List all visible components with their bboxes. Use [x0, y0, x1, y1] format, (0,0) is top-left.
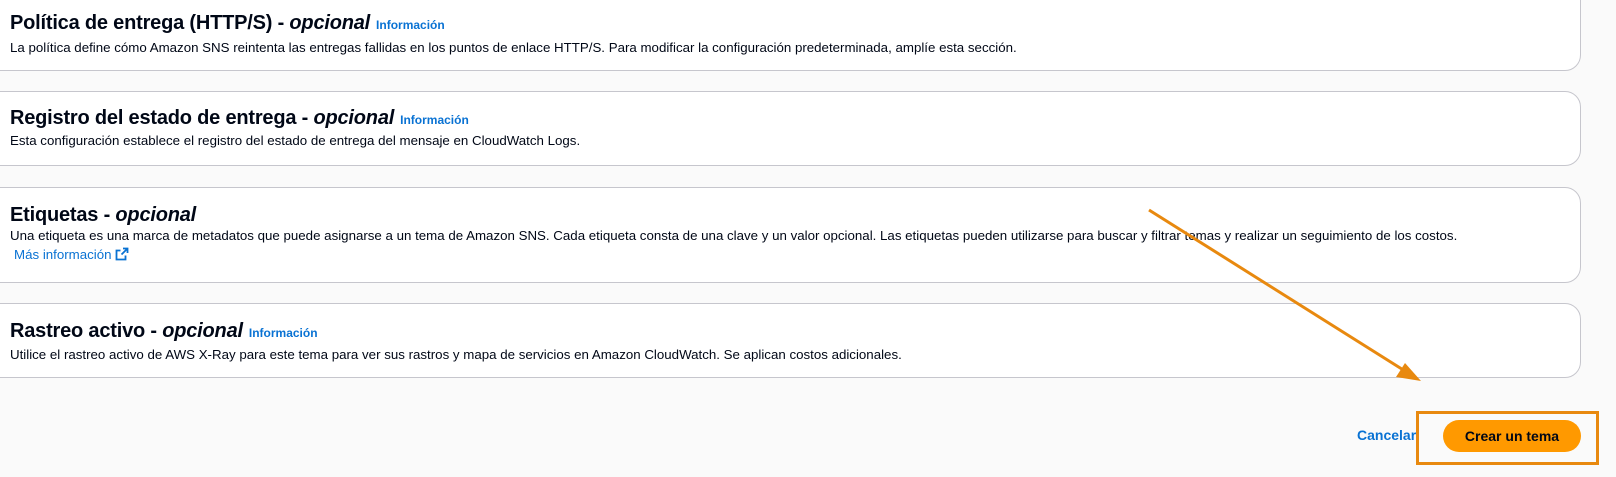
section-title-text: Registro del estado de entrega - — [10, 107, 314, 129]
info-link[interactable]: Información — [249, 326, 318, 340]
section-title: Etiquetas - opcional — [10, 203, 196, 227]
delivery-policy-section[interactable]: Política de entrega (HTTP/S) - opcional I… — [0, 0, 1581, 71]
delivery-status-logging-section[interactable]: Registro del estado de entrega - opciona… — [0, 91, 1581, 166]
learn-more-label: Más información — [14, 247, 112, 262]
info-link[interactable]: Información — [376, 18, 445, 32]
section-title: Política de entrega (HTTP/S) - opcional I… — [10, 11, 445, 37]
optional-label: opcional — [313, 107, 395, 129]
cancel-button[interactable]: Cancelar — [1357, 427, 1416, 443]
active-tracing-section[interactable]: Rastreo activo - opcional Información Uti… — [0, 303, 1581, 378]
optional-label: opcional — [162, 320, 243, 342]
create-topic-button[interactable]: Crear un tema — [1443, 420, 1581, 452]
section-title-text: Rastreo activo - — [10, 320, 163, 342]
external-link-icon — [115, 247, 128, 261]
section-description: La política define cómo Amazon SNS reint… — [10, 40, 1017, 55]
tags-section[interactable]: Etiquetas - opcional Una etiqueta es una… — [0, 187, 1581, 283]
section-title: Rastreo activo - opcional Información — [10, 319, 318, 345]
section-title: Registro del estado de entrega - opciona… — [10, 106, 469, 132]
optional-label: opcional — [289, 12, 371, 34]
section-title-text: Etiquetas - — [10, 204, 116, 226]
section-description: Una etiqueta es una marca de metadatos q… — [10, 228, 1458, 243]
section-title-text: Política de entrega (HTTP/S) - — [10, 12, 290, 34]
info-link[interactable]: Información — [400, 113, 469, 127]
section-description: Esta configuración establece el registro… — [10, 133, 581, 148]
optional-label: opcional — [115, 204, 197, 226]
section-description: Utilice el rastreo activo de AWS X-Ray p… — [10, 347, 902, 362]
learn-more-link[interactable]: Más información — [14, 246, 129, 264]
